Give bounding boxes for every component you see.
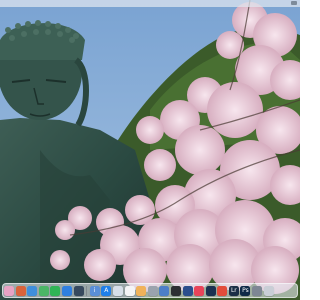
desktop-wallpaper xyxy=(0,0,300,300)
app-store-icon[interactable]: A xyxy=(101,285,112,296)
maps-icon[interactable] xyxy=(38,285,49,296)
calendar-icon[interactable] xyxy=(124,285,135,296)
photoshop-ps-icon[interactable]: Ps xyxy=(240,285,251,296)
messages-icon[interactable] xyxy=(4,285,14,296)
music-icon[interactable] xyxy=(194,285,205,296)
menu-bar-status-area xyxy=(291,1,297,5)
photoshop-ps-glyph: Ps xyxy=(242,286,249,294)
terminal-icon[interactable] xyxy=(170,285,181,296)
launchpad-icon[interactable] xyxy=(159,285,170,296)
photoshop-icon[interactable] xyxy=(205,285,216,296)
dock-separator xyxy=(86,285,88,296)
trash-icon[interactable] xyxy=(263,285,274,296)
news-icon[interactable] xyxy=(147,285,158,296)
chrome-icon[interactable] xyxy=(217,285,228,296)
app-store-glyph: A xyxy=(104,286,109,294)
menu-bar xyxy=(0,0,300,7)
safari-icon[interactable] xyxy=(61,285,72,296)
dock: i A Lr Ps xyxy=(2,283,298,298)
finder-icon[interactable] xyxy=(27,285,38,296)
photos-gallery-icon[interactable] xyxy=(136,285,147,296)
code-editor-icon[interactable] xyxy=(182,285,193,296)
facetime-icon[interactable] xyxy=(50,285,61,296)
control-center-icon[interactable] xyxy=(291,1,297,5)
github-icon[interactable] xyxy=(73,285,84,296)
lightroom-glyph: Lr xyxy=(230,286,237,294)
lightroom-icon[interactable]: Lr xyxy=(228,285,239,296)
system-settings-icon[interactable] xyxy=(252,285,263,296)
photos-icon[interactable] xyxy=(15,285,26,296)
info-icon[interactable]: i xyxy=(89,285,100,296)
info-glyph: i xyxy=(93,286,96,294)
mail-icon[interactable] xyxy=(112,285,123,296)
